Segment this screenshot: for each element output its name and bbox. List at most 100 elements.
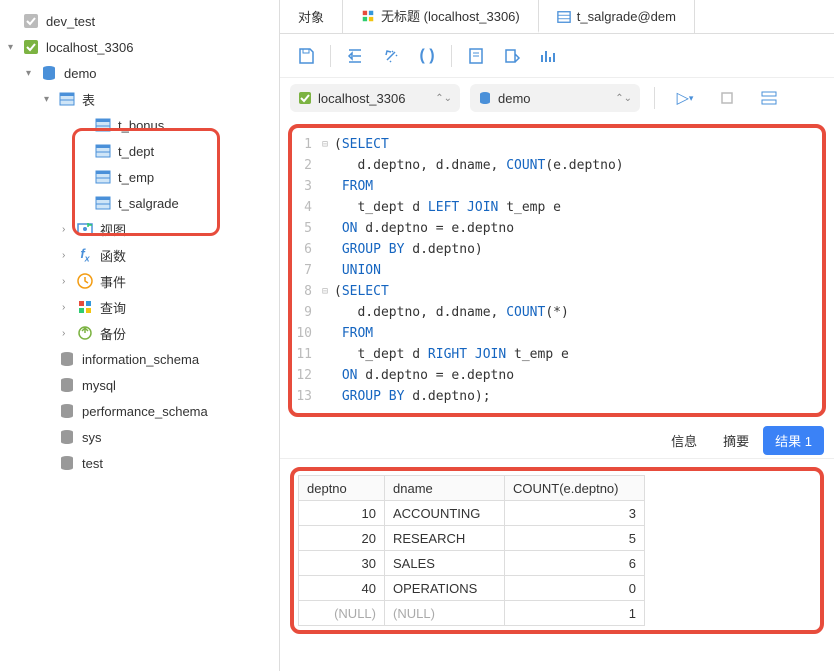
- tree-item-sys[interactable]: sys: [0, 424, 279, 450]
- code-line[interactable]: 12 ON d.deptno = e.deptno: [292, 365, 818, 386]
- tree-item---[interactable]: ›fx函数: [0, 242, 279, 268]
- code-button[interactable]: ( ): [411, 40, 443, 72]
- cell-deptno[interactable]: 40: [299, 576, 385, 601]
- table-icon: [94, 195, 112, 211]
- tree-item-label: sys: [82, 430, 102, 445]
- cell-count[interactable]: 5: [505, 526, 645, 551]
- code-line[interactable]: 6 GROUP BY d.deptno): [292, 239, 818, 260]
- code-line[interactable]: 10 FROM: [292, 323, 818, 344]
- conn-gray-icon: [22, 13, 40, 29]
- tree-item---[interactable]: ›备份: [0, 320, 279, 346]
- sql-editor[interactable]: 1⊟(SELECT2 d.deptno, d.dname, COUNT(e.de…: [288, 124, 826, 417]
- table-row[interactable]: 10ACCOUNTING3: [299, 501, 645, 526]
- table-row[interactable]: 30SALES6: [299, 551, 645, 576]
- code-line[interactable]: 5 ON d.deptno = e.deptno: [292, 218, 818, 239]
- code-line[interactable]: 2 d.deptno, d.dname, COUNT(e.deptno): [292, 155, 818, 176]
- cell-count[interactable]: 0: [505, 576, 645, 601]
- cell-deptno[interactable]: 30: [299, 551, 385, 576]
- fold-icon: [318, 323, 332, 344]
- tree-item-t-emp[interactable]: t_emp: [0, 164, 279, 190]
- tree-item-demo[interactable]: ▾demo: [0, 60, 279, 86]
- cell-count[interactable]: 3: [505, 501, 645, 526]
- tree-item-t-dept[interactable]: t_dept: [0, 138, 279, 164]
- result-grid[interactable]: deptno dname COUNT(e.deptno) 10ACCOUNTIN…: [298, 475, 645, 626]
- run-button[interactable]: ▷▾: [669, 82, 701, 114]
- cell-deptno[interactable]: (NULL): [299, 601, 385, 626]
- db-gray-icon: [58, 403, 76, 419]
- code-text: d.deptno, d.dname, COUNT(e.deptno): [332, 155, 624, 176]
- table-icon: [94, 143, 112, 159]
- cell-dname[interactable]: SALES: [385, 551, 505, 576]
- table-row[interactable]: (NULL)(NULL)1: [299, 601, 645, 626]
- export-button[interactable]: [496, 40, 528, 72]
- database-combo[interactable]: demo ⌃⌄: [470, 84, 640, 112]
- fold-icon: [318, 176, 332, 197]
- cell-dname[interactable]: ACCOUNTING: [385, 501, 505, 526]
- tree-item-label: t_salgrade: [118, 196, 179, 211]
- tree-item-t-bonus[interactable]: t_bonus: [0, 112, 279, 138]
- tree-item-performance-schema[interactable]: performance_schema: [0, 398, 279, 424]
- explain-plan-button[interactable]: [753, 82, 785, 114]
- result-tab-result1[interactable]: 结果 1: [763, 426, 824, 455]
- explain-button[interactable]: [460, 40, 492, 72]
- code-line[interactable]: 11 t_dept d RIGHT JOIN t_emp e: [292, 344, 818, 365]
- code-text: FROM: [332, 323, 373, 344]
- tab-table-salgrade[interactable]: t_salgrade@dem: [539, 0, 695, 33]
- cell-dname[interactable]: RESEARCH: [385, 526, 505, 551]
- tree-item---[interactable]: ›视图: [0, 216, 279, 242]
- cell-dname[interactable]: OPERATIONS: [385, 576, 505, 601]
- col-header[interactable]: dname: [385, 476, 505, 501]
- tree-item-information-schema[interactable]: information_schema: [0, 346, 279, 372]
- tree-item-localhost-3306[interactable]: ▾localhost_3306: [0, 34, 279, 60]
- tree-item-label: 备份: [100, 324, 126, 343]
- table-row[interactable]: 40OPERATIONS0: [299, 576, 645, 601]
- tab-objects[interactable]: 对象: [280, 0, 343, 33]
- fold-icon[interactable]: ⊟: [318, 134, 332, 155]
- chart-button[interactable]: [532, 40, 564, 72]
- disclosure-icon: ▾: [26, 68, 40, 79]
- chevron-icon: ⌃⌄: [615, 93, 632, 104]
- tree-item-dev-test[interactable]: dev_test: [0, 8, 279, 34]
- code-line[interactable]: 9 d.deptno, d.dname, COUNT(*): [292, 302, 818, 323]
- code-line[interactable]: 7 UNION: [292, 260, 818, 281]
- col-header[interactable]: COUNT(e.deptno): [505, 476, 645, 501]
- cell-count[interactable]: 1: [505, 601, 645, 626]
- line-number: 2: [292, 155, 318, 176]
- table-icon: [58, 91, 76, 107]
- stop-button[interactable]: [711, 82, 743, 114]
- cell-dname[interactable]: (NULL): [385, 601, 505, 626]
- connection-combo[interactable]: localhost_3306 ⌃⌄: [290, 84, 460, 112]
- backup-icon: [76, 325, 94, 341]
- fold-icon[interactable]: ⊟: [318, 281, 332, 302]
- table-row[interactable]: 20RESEARCH5: [299, 526, 645, 551]
- code-line[interactable]: 1⊟(SELECT: [292, 134, 818, 155]
- tree-item--[interactable]: ▾表: [0, 86, 279, 112]
- col-header[interactable]: deptno: [299, 476, 385, 501]
- cell-count[interactable]: 6: [505, 551, 645, 576]
- tree-item---[interactable]: ›查询: [0, 294, 279, 320]
- code-line[interactable]: 3 FROM: [292, 176, 818, 197]
- result-tab-info[interactable]: 信息: [659, 426, 709, 455]
- tree-item-mysql[interactable]: mysql: [0, 372, 279, 398]
- beautify-button[interactable]: [375, 40, 407, 72]
- cell-deptno[interactable]: 10: [299, 501, 385, 526]
- tree-item-label: dev_test: [46, 14, 95, 29]
- conn-icon: [298, 91, 312, 105]
- tree-item-test[interactable]: test: [0, 450, 279, 476]
- code-line[interactable]: 8⊟(SELECT: [292, 281, 818, 302]
- tree-item---[interactable]: ›事件: [0, 268, 279, 294]
- tree-item-label: 表: [82, 90, 95, 109]
- tab-query-untitled[interactable]: 无标题 (localhost_3306): [343, 0, 539, 33]
- save-button[interactable]: [290, 40, 322, 72]
- code-text: d.deptno, d.dname, COUNT(*): [332, 302, 569, 323]
- tree-item-t-salgrade[interactable]: t_salgrade: [0, 190, 279, 216]
- result-tab-summary[interactable]: 摘要: [711, 426, 761, 455]
- query-toolbar: ( ): [280, 34, 834, 78]
- code-line[interactable]: 4 t_dept d LEFT JOIN t_emp e: [292, 197, 818, 218]
- code-line[interactable]: 13 GROUP BY d.deptno);: [292, 386, 818, 407]
- cell-deptno[interactable]: 20: [299, 526, 385, 551]
- code-text: GROUP BY d.deptno): [332, 239, 483, 260]
- event-icon: [76, 273, 94, 289]
- format-button[interactable]: [339, 40, 371, 72]
- db-gray-icon: [58, 429, 76, 445]
